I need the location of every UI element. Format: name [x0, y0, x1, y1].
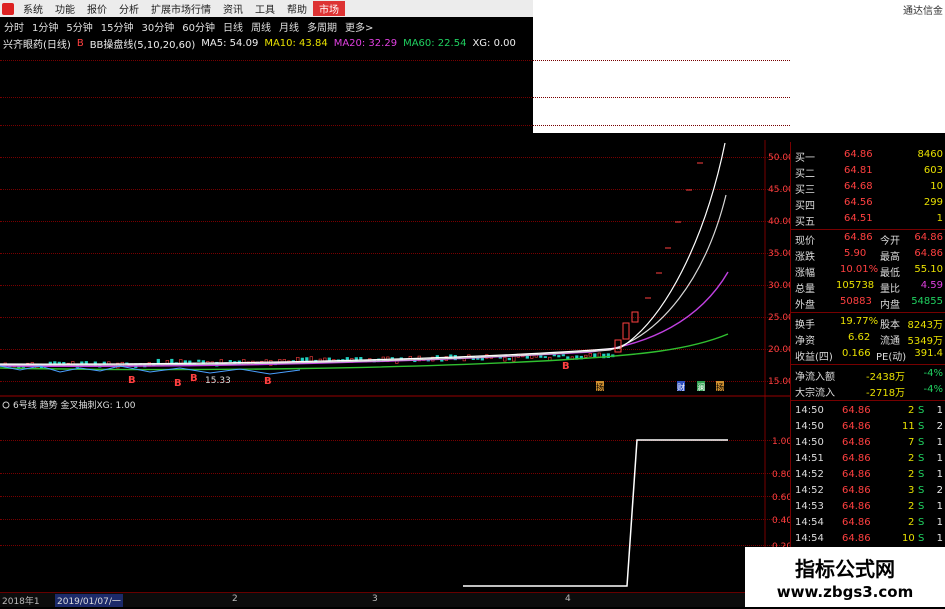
candle	[305, 357, 309, 361]
tick-row: 14:50 64.86 2 S 1	[795, 405, 943, 416]
candle	[507, 357, 511, 361]
stat-row: 收益(四) 0.166 PE(动) 391.4	[795, 348, 943, 363]
candle	[359, 357, 363, 360]
buy-marker: B	[174, 378, 182, 389]
candle	[561, 354, 565, 357]
event-label: 财	[677, 382, 685, 392]
sub-y-tick: 0.40	[772, 516, 790, 526]
stat-row: 净资 6.62 流通 5349万	[795, 332, 943, 347]
tick-row: 14:52 64.86 3 S 2	[795, 485, 943, 496]
order-row: 买五 64.51 1	[795, 213, 943, 228]
sub-y-tick: 1.00	[772, 437, 790, 447]
tick-row: 14:54 64.86 10 S 1	[795, 533, 943, 544]
candle	[170, 358, 174, 364]
y-tick: 15.00	[768, 377, 790, 387]
candle	[631, 311, 639, 323]
tick-row: 14:50 64.86 11 S 2	[795, 421, 943, 432]
candle	[503, 357, 507, 362]
candle	[557, 355, 561, 358]
order-row: 买二 64.81 603	[795, 165, 943, 180]
y-tick: 20.00	[768, 345, 790, 355]
tick-row: 14:51 64.86 2 S 1	[795, 453, 943, 464]
buy-marker: B	[128, 375, 136, 386]
candle	[552, 354, 556, 357]
price-chart[interactable]: B B B B B 15.33 扬 财 澜 扬 50.00 45.00 40.0…	[0, 0, 790, 600]
y-tick: 40.00	[768, 217, 790, 227]
tick-row: 14:54 64.86 2 S 1	[795, 517, 943, 528]
quote-panel: 买一 64.86 8460 买二 64.81 603 买三 64.68 10 买…	[790, 142, 945, 545]
stat-row: 换手 19.77% 股本 8243万	[795, 316, 943, 331]
candle	[512, 355, 516, 362]
low-price-label: 15.33	[205, 376, 231, 386]
candle	[539, 355, 543, 358]
subchart-title: 6号线 趋势 金叉抽刺XG: 1.00	[13, 399, 136, 411]
y-tick: 30.00	[768, 281, 790, 291]
stat-row: 涨跌 5.90 最高 64.86	[795, 248, 943, 263]
subchart-settings-icon	[2, 401, 10, 409]
candle	[584, 354, 588, 358]
x-label: 4	[565, 594, 571, 604]
candle	[197, 359, 201, 362]
candle	[622, 322, 630, 340]
xg-signal-line	[463, 439, 728, 587]
watermark-url: www.zbgs3.com	[776, 583, 914, 601]
event-label: 扬	[716, 382, 724, 392]
y-tick: 25.00	[768, 313, 790, 323]
candle	[543, 356, 547, 359]
tick-row: 14:50 64.86 7 S 1	[795, 437, 943, 448]
stat-row: 涨幅 10.01% 最低 55.10	[795, 264, 943, 279]
x-label-cursor: 2019/01/07/一	[55, 594, 123, 607]
event-label: 澜	[697, 383, 705, 392]
flow-row: 净流入额 -2438万 -4%	[795, 368, 943, 383]
candle	[593, 353, 597, 357]
candle	[345, 357, 349, 361]
tick-row: 14:53 64.86 2 S 1	[795, 501, 943, 512]
sub-y-tick: 0.80	[772, 470, 790, 480]
order-row: 买一 64.86 8460	[795, 149, 943, 164]
stat-row: 现价 64.86 今开 64.86	[795, 232, 943, 247]
x-label: 3	[372, 594, 378, 604]
watermark-title: 指标公式网	[795, 557, 895, 581]
buy-marker: B	[562, 361, 570, 372]
order-row: 买三 64.68 10	[795, 181, 943, 196]
flow-row: 大宗流入 -2718万 -4%	[795, 384, 943, 399]
y-tick: 35.00	[768, 249, 790, 259]
ma5-line	[0, 142, 726, 365]
y-tick: 45.00	[768, 185, 790, 195]
candle	[327, 357, 331, 363]
candle	[597, 352, 601, 358]
sub-y-tick: 0.60	[772, 493, 790, 503]
stat-row: 总量 105738 量比 4.59	[795, 280, 943, 295]
x-label: 2018年1	[2, 597, 40, 607]
broker-title: 通达信金	[903, 6, 943, 17]
date-axis: 2018年1 2019/01/07/一 2 3 4	[0, 592, 790, 607]
candle	[588, 353, 592, 357]
buy-marker: B	[190, 373, 198, 384]
y-tick: 50.00	[768, 153, 790, 163]
order-row: 买四 64.56 299	[795, 197, 943, 212]
watermark: 指标公式网 www.zbgs3.com	[745, 547, 945, 607]
x-label: 2	[232, 594, 238, 604]
candle	[228, 360, 232, 362]
candle	[440, 359, 444, 362]
stat-row: 外盘 50883 内盘 54855	[795, 296, 943, 311]
panel-border	[790, 142, 791, 547]
event-label: 扬	[596, 382, 604, 392]
buy-marker: B	[264, 376, 272, 387]
tick-row: 14:52 64.86 2 S 1	[795, 469, 943, 480]
